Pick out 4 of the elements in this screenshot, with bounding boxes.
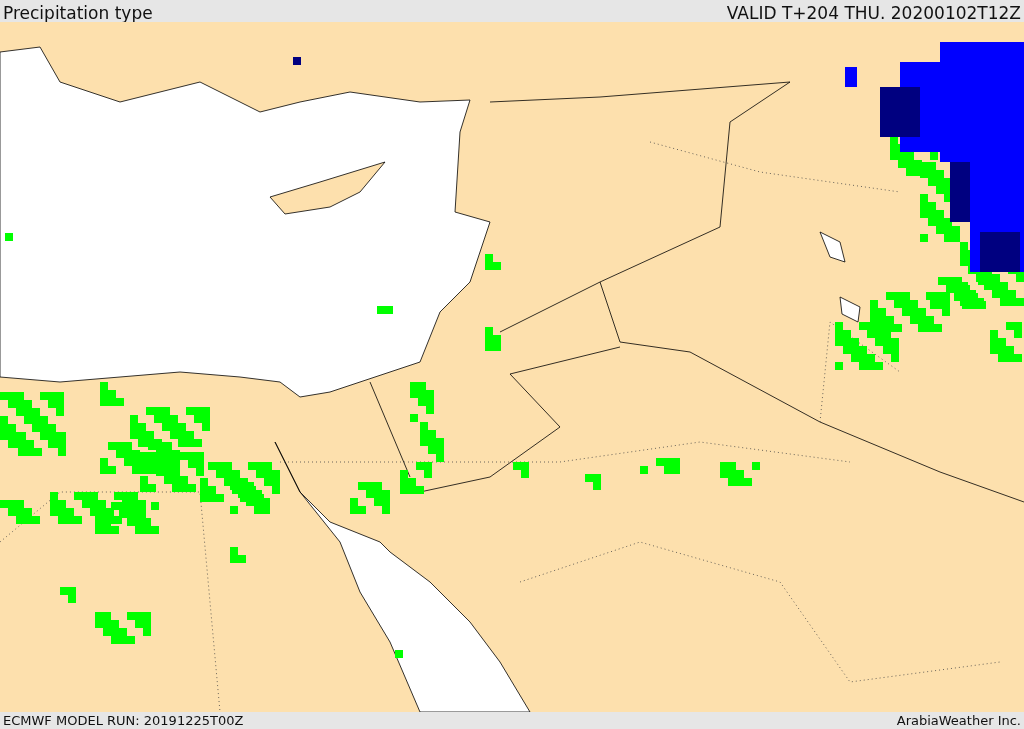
credit: ArabiaWeather Inc.: [896, 714, 1021, 727]
chart-title: Precipitation type: [3, 5, 153, 22]
model-run: ECMWF MODEL RUN: 20191225T00Z: [3, 714, 244, 727]
valid-time: VALID T+204 THU. 20200102T12Z: [726, 5, 1021, 22]
